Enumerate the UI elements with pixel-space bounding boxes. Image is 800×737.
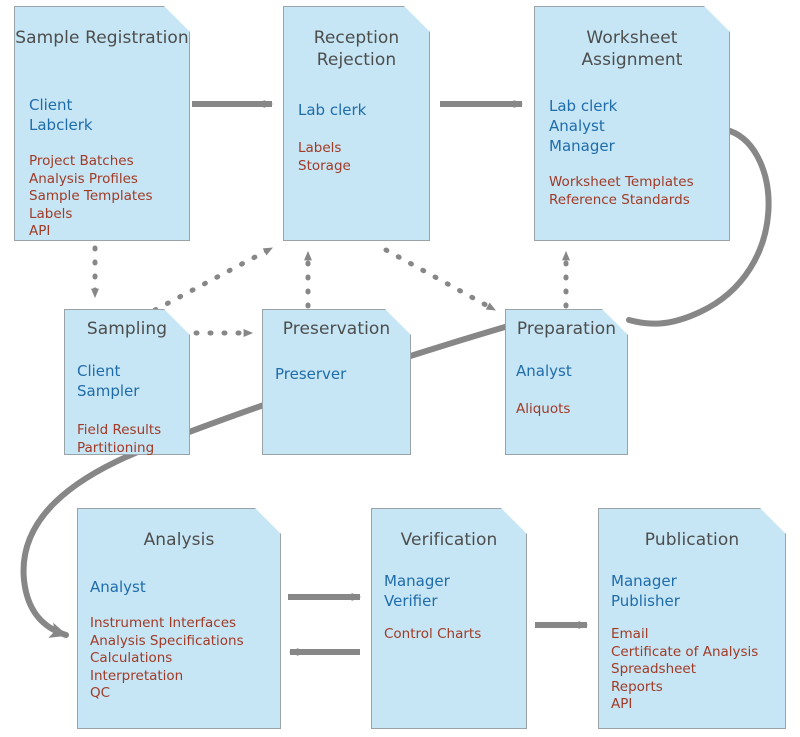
node-features: Control Charts	[384, 626, 482, 642]
node-roles: Client Labclerk	[29, 96, 93, 134]
node-verification[interactable]: Verification Manager Verifier Control Ch…	[371, 508, 527, 729]
node-worksheet-assignment[interactable]: Worksheet Assignment Lab clerk Analyst M…	[534, 6, 730, 241]
node-features: Email Certificate of Analysis Spreadshee…	[611, 626, 759, 712]
node-features: Field Results Partitioning	[77, 422, 162, 456]
node-preservation[interactable]: Preservation Preserver	[262, 309, 411, 455]
node-roles: Client Sampler	[77, 362, 140, 400]
node-title: Preparation	[516, 319, 617, 339]
node-title: Publication	[644, 530, 740, 550]
node-sample-registration[interactable]: Sample Registration Client Labclerk Proj…	[14, 6, 190, 241]
node-features: Labels Storage	[298, 140, 351, 174]
node-title: Reception Rejection	[313, 28, 400, 70]
node-body: Sampling Client Sampler Field Results Pa…	[65, 310, 189, 454]
node-title: Worksheet Assignment	[581, 28, 683, 70]
node-roles: Analyst	[90, 578, 146, 596]
node-title: Verification	[400, 530, 498, 550]
node-reception-rejection[interactable]: Reception Rejection Lab clerk Labels Sto…	[283, 6, 430, 241]
node-body: Publication Manager Publisher Email Cert…	[599, 509, 785, 728]
node-roles: Analyst	[516, 362, 572, 380]
node-roles: Lab clerk	[298, 101, 367, 119]
node-body: Sample Registration Client Labclerk Proj…	[15, 7, 189, 240]
edge-reception-rejection-to-preparation	[383, 247, 498, 313]
node-title: Analysis	[143, 530, 215, 550]
node-preparation[interactable]: Preparation Analyst Aliquots	[505, 309, 628, 455]
node-body: Reception Rejection Lab clerk Labels Sto…	[284, 7, 429, 240]
node-features: Worksheet Templates Reference Standards	[549, 174, 694, 208]
node-body: Worksheet Assignment Lab clerk Analyst M…	[535, 7, 729, 240]
node-features: Aliquots	[516, 401, 571, 417]
node-title: Sample Registration	[15, 28, 189, 48]
node-body: Preservation Preserver	[263, 310, 410, 454]
node-publication[interactable]: Publication Manager Publisher Email Cert…	[598, 508, 786, 729]
node-roles: Manager Verifier	[384, 572, 450, 610]
node-roles: Preserver	[275, 365, 347, 383]
node-body: Preparation Analyst Aliquots	[506, 310, 627, 454]
node-analysis[interactable]: Analysis Analyst Instrument Interfaces A…	[77, 508, 281, 729]
node-features: Project Batches Analysis Profiles Sample…	[29, 153, 153, 239]
node-body: Verification Manager Verifier Control Ch…	[372, 509, 526, 728]
node-body: Analysis Analyst Instrument Interfaces A…	[78, 509, 280, 728]
edge-sampling-to-reception-rejection	[152, 245, 275, 313]
workflow-diagram: Sample Registration Client Labclerk Proj…	[0, 0, 800, 737]
node-features: Instrument Interfaces Analysis Specifica…	[90, 615, 244, 701]
node-roles: Manager Publisher	[611, 572, 680, 610]
node-sampling[interactable]: Sampling Client Sampler Field Results Pa…	[64, 309, 190, 455]
node-title: Sampling	[86, 319, 168, 339]
node-title: Preservation	[282, 319, 391, 339]
node-roles: Lab clerk Analyst Manager	[549, 97, 618, 155]
